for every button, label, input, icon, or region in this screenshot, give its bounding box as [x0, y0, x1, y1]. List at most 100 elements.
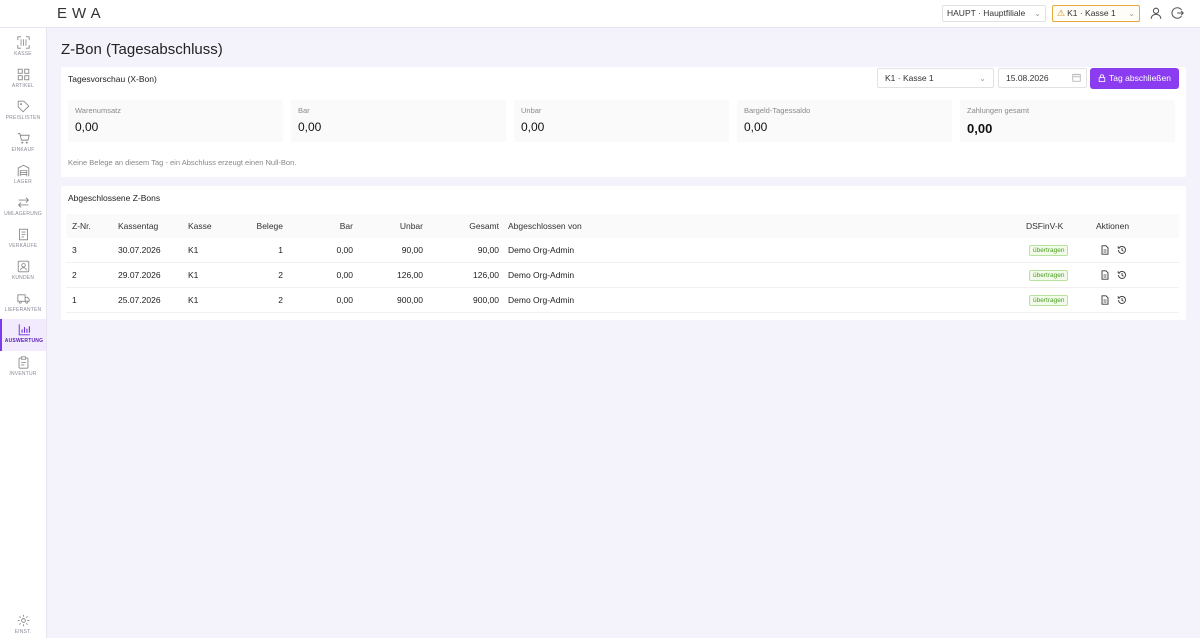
scan-icon — [16, 36, 30, 49]
column-header-bar[interactable]: Bar — [296, 214, 353, 238]
sidebar-item-label: LIEFERANTEN — [4, 307, 42, 313]
cell-kasse: K1 — [188, 245, 199, 255]
sidebar-item-settings[interactable]: EINST. — [0, 610, 46, 638]
stat-value: 0,00 — [298, 120, 322, 134]
history-icon[interactable] — [1117, 270, 1127, 280]
stat-label: Unbar — [521, 106, 542, 115]
stat-label: Bargeld-Tagessaldo — [744, 106, 811, 115]
cell-kasse: K1 — [188, 270, 199, 280]
close-day-button[interactable]: Tag abschließen — [1090, 68, 1179, 89]
sidebar-item-verkaeufe[interactable]: VERKÄUFE — [0, 224, 46, 256]
column-header-unbar[interactable]: Unbar — [366, 214, 423, 238]
date-input[interactable]: 15.08.2026 — [998, 68, 1087, 88]
cell-kassentag: 29.07.2026 — [118, 270, 161, 280]
cell-belege: 2 — [278, 270, 283, 280]
calendar-icon[interactable] — [1072, 73, 1081, 82]
sidebar-item-label: VERKÄUFE — [8, 243, 38, 249]
stat-unbar: Unbar 0,00 — [514, 100, 729, 142]
cell-belege: 1 — [278, 245, 283, 255]
sidebar-item-inventur[interactable]: INVENTUR — [0, 352, 46, 384]
table-row[interactable]: 2 29.07.2026 K1 2 0,00 126,00 126,00 Dem… — [66, 263, 1179, 288]
warning-icon: ⚠ — [1057, 8, 1066, 18]
cell-dsfinv: übertragen — [1029, 263, 1069, 287]
stat-zahlungen-gesamt: Zahlungen gesamt 0,00 — [960, 100, 1175, 142]
sidebar-item-kasse[interactable]: KASSE — [0, 32, 46, 64]
cell-dsfinv: übertragen — [1029, 288, 1069, 312]
cell-unbar: 90,00 — [401, 245, 423, 255]
sidebar-item-label: EINST. — [14, 629, 32, 635]
stat-label: Bar — [298, 106, 310, 115]
column-header-abgeschlossen-von[interactable]: Abgeschlossen von — [508, 214, 582, 238]
stat-value: 0,00 — [967, 121, 993, 136]
sidebar-item-preislisten[interactable]: PREISLISTEN — [0, 96, 46, 128]
sidebar-item-artikel[interactable]: ARTIKEL — [0, 64, 46, 96]
day-preview-card: Tagesvorschau (X-Bon) K1 · Kasse 1 ⌄ 15.… — [61, 67, 1186, 177]
sidebar-item-label: LAGER — [14, 179, 32, 185]
preview-register-value: K1 · Kasse 1 — [885, 73, 934, 83]
sidebar-item-label: KASSE — [14, 51, 32, 57]
cell-kassentag: 30.07.2026 — [118, 245, 161, 255]
document-icon[interactable] — [1100, 295, 1110, 305]
document-icon[interactable] — [1100, 270, 1110, 280]
receipt-icon — [18, 228, 28, 241]
empty-day-note: Keine Belege an diesem Tag - ein Abschlu… — [68, 158, 297, 167]
stat-bargeld-tagessaldo: Bargeld-Tagessaldo 0,00 — [737, 100, 952, 142]
lock-icon — [1098, 74, 1106, 82]
stat-value: 0,00 — [75, 120, 99, 134]
column-header-gesamt[interactable]: Gesamt — [442, 214, 499, 238]
customer-icon — [17, 260, 29, 273]
branch-select-value: HAUPT · Hauptfiliale — [947, 8, 1026, 18]
cell-abgeschlossen-von: Demo Org-Admin — [508, 270, 575, 280]
top-bar: EWA HAUPT · Hauptfiliale ⌄ ⚠ K1 · Kasse 1… — [0, 0, 1200, 28]
history-icon[interactable] — [1117, 295, 1127, 305]
column-header-aktionen: Aktionen — [1096, 221, 1130, 231]
transfer-icon — [17, 197, 29, 208]
sidebar-item-einkauf[interactable]: EINKAUF — [0, 128, 46, 160]
app-logo[interactable]: EWA — [57, 5, 106, 22]
stat-bar: Bar 0,00 — [291, 100, 506, 142]
logout-icon[interactable] — [1171, 6, 1185, 20]
cell-kasse: K1 — [188, 295, 199, 305]
sidebar-item-lieferanten[interactable]: LIEFERANTEN — [0, 288, 46, 320]
closed-zbons-title: Abgeschlossene Z-Bons — [68, 193, 161, 203]
branch-select[interactable]: HAUPT · Hauptfiliale ⌄ — [942, 5, 1046, 22]
clipboard-icon — [18, 356, 28, 369]
table-row[interactable]: 1 25.07.2026 K1 2 0,00 900,00 900,00 Dem… — [66, 288, 1179, 313]
sidebar-item-label: UMLAGERUNG — [4, 211, 42, 217]
truck-icon — [16, 294, 30, 304]
date-input-value: 15.08.2026 — [1006, 73, 1049, 83]
history-icon[interactable] — [1117, 245, 1127, 255]
table-row[interactable]: 3 30.07.2026 K1 1 0,00 90,00 90,00 Demo … — [66, 238, 1179, 263]
closed-zbons-card: Abgeschlossene Z-Bons Z-Nr. Kassentag Ka… — [61, 186, 1186, 320]
preview-register-select[interactable]: K1 · Kasse 1 ⌄ — [877, 68, 994, 88]
sidebar-item-lager[interactable]: LAGER — [0, 160, 46, 192]
column-header-znr[interactable]: Z-Nr. — [72, 214, 91, 238]
sidebar-item-kunden[interactable]: KUNDEN — [0, 256, 46, 288]
sidebar-item-label: ARTIKEL — [11, 83, 35, 89]
stat-warenumsatz: Warenumsatz 0,00 — [68, 100, 283, 142]
sidebar-item-umlagerung[interactable]: UMLAGERUNG — [0, 192, 46, 224]
column-header-dsfinv[interactable]: DSFinV-K — [1026, 214, 1063, 238]
column-header-kasse[interactable]: Kasse — [188, 214, 212, 238]
user-icon[interactable] — [1149, 6, 1163, 20]
cell-bar: 0,00 — [336, 295, 353, 305]
stat-label: Warenumsatz — [75, 106, 121, 115]
chevron-down-icon: ⌄ — [979, 74, 986, 83]
cell-unbar: 900,00 — [397, 295, 423, 305]
sidebar: KASSE ARTIKEL PREISLISTEN EINKAUF LAGER … — [0, 28, 47, 638]
chart-icon — [18, 324, 30, 336]
cart-icon — [17, 133, 30, 144]
sidebar-item-auswertung[interactable]: AUSWERTUNG — [0, 319, 46, 351]
day-preview-title: Tagesvorschau (X-Bon) — [68, 74, 157, 84]
column-header-kassentag[interactable]: Kassentag — [118, 214, 158, 238]
cell-bar: 0,00 — [336, 270, 353, 280]
sidebar-item-label: INVENTUR — [9, 371, 37, 377]
column-header-belege[interactable]: Belege — [226, 214, 283, 238]
document-icon[interactable] — [1100, 245, 1110, 255]
sidebar-item-label: KUNDEN — [11, 275, 35, 281]
cell-znr: 3 — [72, 245, 77, 255]
cell-unbar: 126,00 — [397, 270, 423, 280]
register-select[interactable]: ⚠ K1 · Kasse 1 ⌄ — [1052, 5, 1140, 22]
grid-icon — [17, 68, 29, 81]
cell-abgeschlossen-von: Demo Org-Admin — [508, 295, 575, 305]
